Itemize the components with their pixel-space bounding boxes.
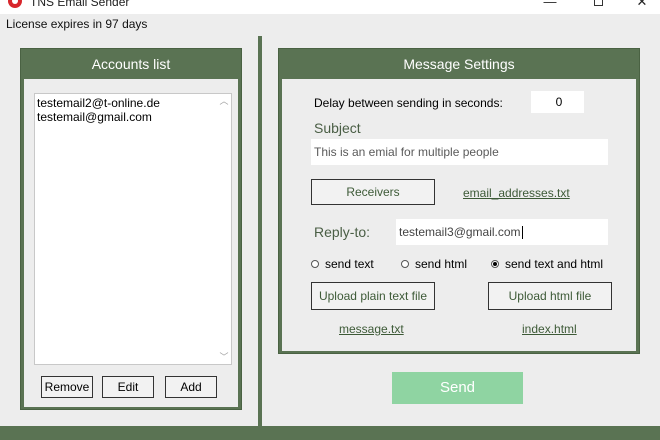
accounts-panel: Accounts list testemail2@t-online.de tes…: [20, 48, 242, 410]
message-settings-header: Message Settings: [403, 56, 515, 72]
edit-account-button[interactable]: Edit: [102, 376, 154, 398]
scroll-down-icon[interactable]: ﹀: [219, 352, 229, 362]
send-button[interactable]: Send: [392, 372, 523, 404]
message-settings-body: Delay between sending in seconds: 0 Subj…: [282, 79, 636, 351]
license-status: License expires in 97 days: [6, 17, 148, 31]
add-account-button[interactable]: Add: [165, 376, 217, 398]
subject-label: Subject: [314, 120, 361, 136]
maximize-icon: [593, 0, 603, 6]
radio-send-text[interactable]: send text: [311, 257, 374, 271]
title-bar: TNS Email Sender — ✕: [0, 0, 660, 14]
receivers-button[interactable]: Receivers: [311, 179, 435, 205]
scroll-up-icon[interactable]: ︿: [219, 96, 229, 106]
text-caret: [521, 226, 523, 240]
delay-label: Delay between sending in seconds:: [314, 96, 503, 110]
maximize-button[interactable]: [588, 0, 608, 10]
radio-send-html[interactable]: send html: [401, 257, 467, 271]
upload-plain-text-button[interactable]: Upload plain text file: [311, 282, 435, 310]
plain-text-file-link[interactable]: message.txt: [339, 322, 404, 336]
panel-divider: [258, 36, 262, 440]
delay-input[interactable]: 0: [531, 91, 584, 113]
subject-input[interactable]: This is an emial for multiple people: [311, 139, 608, 165]
accounts-header: Accounts list: [91, 56, 171, 72]
accounts-body: testemail2@t-online.de testemail@gmail.c…: [24, 79, 238, 407]
receivers-file-link[interactable]: email_addresses.txt: [463, 186, 570, 200]
radio-send-text-label: send text: [325, 257, 374, 271]
accounts-scrollbar[interactable]: ︿ ﹀: [217, 94, 231, 364]
account-item[interactable]: testemail@gmail.com: [35, 110, 231, 124]
radio-send-text-and-html[interactable]: send text and html: [491, 257, 603, 271]
radio-send-text-and-html-label: send text and html: [505, 257, 604, 271]
account-item[interactable]: testemail2@t-online.de: [35, 96, 231, 110]
status-bar: [0, 426, 660, 440]
radio-send-text-indicator[interactable]: [311, 260, 319, 268]
radio-send-html-label: send html: [415, 257, 468, 271]
radio-send-html-indicator[interactable]: [401, 260, 409, 268]
window-title: TNS Email Sender: [30, 0, 130, 9]
html-file-link[interactable]: index.html: [522, 322, 577, 336]
reply-to-value: testemail3@gmail.com: [399, 225, 521, 239]
upload-html-button[interactable]: Upload html file: [488, 282, 612, 310]
remove-account-button[interactable]: Remove: [41, 376, 93, 398]
reply-to-input[interactable]: testemail3@gmail.com: [396, 219, 608, 245]
message-settings-panel: Message Settings Delay between sending i…: [278, 48, 640, 354]
close-button[interactable]: ✕: [632, 0, 652, 10]
minimize-button[interactable]: —: [540, 0, 560, 10]
app-logo-icon: [8, 0, 22, 8]
radio-send-text-and-html-indicator[interactable]: [491, 260, 499, 268]
reply-to-label: Reply-to:: [314, 224, 371, 240]
accounts-listbox[interactable]: testemail2@t-online.de testemail@gmail.c…: [34, 93, 232, 365]
